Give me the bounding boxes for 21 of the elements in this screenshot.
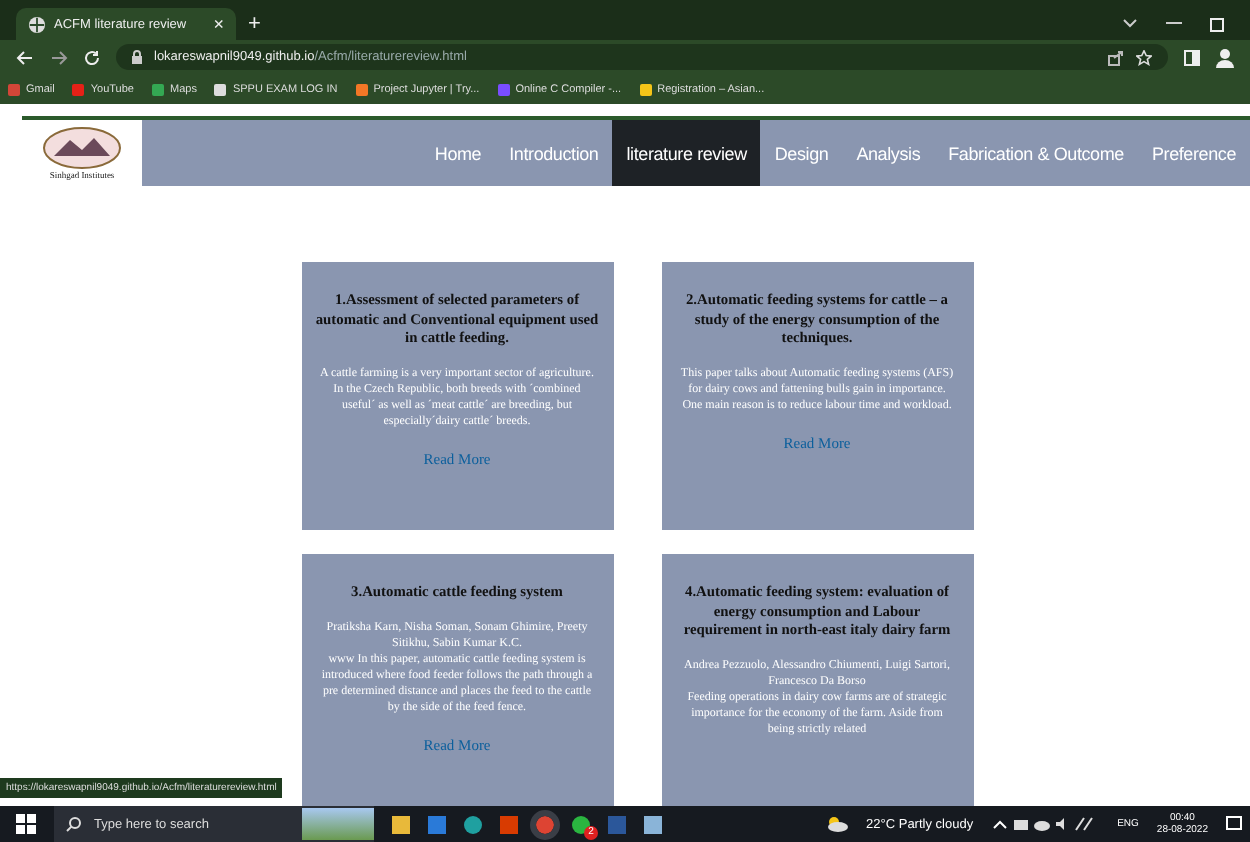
- search-icon: [66, 816, 82, 832]
- new-tab-button[interactable]: +: [248, 8, 261, 40]
- profile-avatar-icon[interactable]: [1216, 47, 1234, 67]
- windows-start-icon[interactable]: [16, 814, 36, 834]
- notification-icon[interactable]: [1226, 815, 1242, 833]
- star-icon[interactable]: [1136, 49, 1152, 65]
- back-arrow-icon[interactable]: [16, 49, 34, 65]
- forward-arrow-icon[interactable]: [50, 49, 68, 65]
- globe-icon: [28, 15, 46, 33]
- weather-cloud-icon: [826, 816, 849, 832]
- landscape-picture: [302, 808, 374, 840]
- emblem-drawing: [42, 126, 122, 170]
- reload-icon[interactable]: [84, 49, 100, 65]
- close-icon[interactable]: ×: [213, 15, 224, 33]
- lock-icon: [132, 50, 142, 64]
- chevron-down-icon[interactable]: [1122, 18, 1138, 30]
- nav-link[interactable]: literature review: [612, 120, 761, 186]
- share-icon[interactable]: [1108, 49, 1124, 65]
- minimize-icon[interactable]: [1166, 22, 1182, 26]
- restore-icon[interactable]: [1210, 16, 1226, 32]
- sidebar-icon[interactable]: [1184, 49, 1200, 65]
